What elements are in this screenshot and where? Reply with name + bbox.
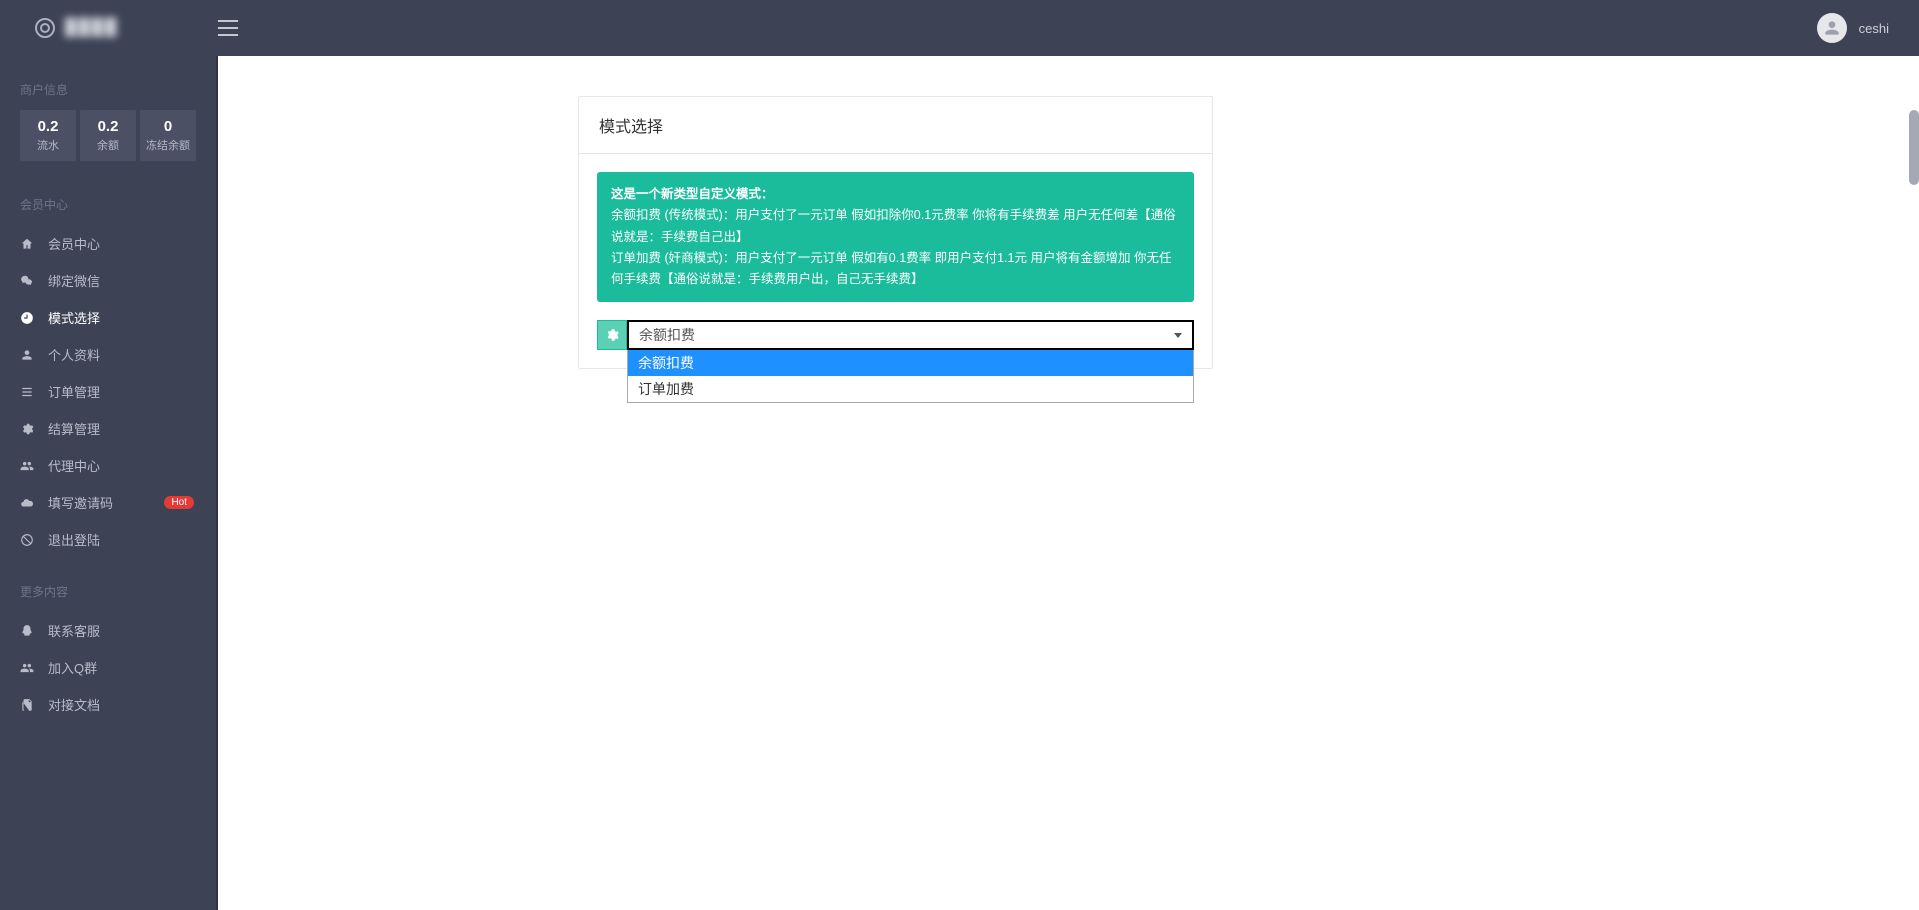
mode-option-order-add[interactable]: 订单加费	[628, 376, 1193, 402]
user-icon	[20, 348, 34, 362]
files-icon	[20, 698, 34, 712]
scrollbar-thumb[interactable]	[1909, 110, 1919, 185]
sidebar-item-group[interactable]: 代理中心	[0, 447, 216, 484]
sidebar-item-label: 个人资料	[48, 345, 100, 364]
sidebar-item-label: 会员中心	[48, 234, 100, 253]
sidebar-item-label: 模式选择	[48, 308, 100, 327]
home-icon	[20, 237, 34, 251]
group-icon	[20, 661, 34, 675]
mode-select-value: 余额扣费	[639, 325, 695, 345]
sidebar-item-label: 填写邀请码	[48, 493, 113, 512]
mode-option-balance-deduct[interactable]: 余额扣费	[628, 350, 1193, 376]
chevron-down-icon	[1174, 333, 1182, 338]
mode-select-panel: 模式选择 这是一个新类型自定义模式： 余额扣费 (传统模式)：用户支付了一元订单…	[578, 96, 1213, 369]
sidebar-item-cloud[interactable]: 填写邀请码 Hot	[0, 484, 216, 521]
sidebar-item-label: 联系客服	[48, 621, 100, 640]
header-user-area[interactable]: ceshi	[1817, 13, 1919, 43]
mode-select[interactable]: 余额扣费	[627, 320, 1194, 350]
sidebar-section-member: 会员中心	[0, 171, 216, 225]
list-icon	[20, 385, 34, 399]
target-icon	[35, 18, 55, 38]
cloud-icon	[20, 496, 34, 510]
wechat-icon	[20, 274, 34, 288]
sidebar: 商户信息 0.2 流水 0.2 余额 0 冻结余额 会员中心 会员中心绑定微信模…	[0, 56, 218, 910]
sidebar-item-home[interactable]: 会员中心	[0, 225, 216, 262]
menu-toggle-button[interactable]	[218, 20, 238, 36]
sidebar-item-label: 绑定微信	[48, 271, 100, 290]
sidebar-item-gears[interactable]: 结算管理	[0, 410, 216, 447]
sidebar-item-label: 退出登陆	[48, 530, 100, 549]
sidebar-item-group[interactable]: 加入Q群	[0, 649, 216, 686]
mode-dropdown: 余额扣费 订单加费	[627, 350, 1194, 403]
stat-flow[interactable]: 0.2 流水	[20, 110, 76, 161]
mode-select-wrap: 余额扣费 余额扣费 订单加费	[627, 320, 1194, 350]
stats-row: 0.2 流水 0.2 余额 0 冻结余额	[0, 110, 216, 171]
panel-title: 模式选择	[579, 97, 1212, 154]
qq-icon	[20, 624, 34, 638]
sidebar-item-clock[interactable]: 模式选择	[0, 299, 216, 336]
stat-balance[interactable]: 0.2 余额	[80, 110, 136, 161]
stat-frozen[interactable]: 0 冻结余额	[140, 110, 196, 161]
sidebar-item-list[interactable]: 订单管理	[0, 373, 216, 410]
panel-body: 这是一个新类型自定义模式： 余额扣费 (传统模式)：用户支付了一元订单 假如扣除…	[579, 154, 1212, 368]
ban-icon	[20, 533, 34, 547]
gears-icon	[20, 422, 34, 436]
sidebar-item-files[interactable]: 对接文档	[0, 686, 216, 723]
hot-badge: Hot	[164, 496, 194, 509]
info-alert: 这是一个新类型自定义模式： 余额扣费 (传统模式)：用户支付了一元订单 假如扣除…	[597, 172, 1194, 302]
username-label: ceshi	[1859, 21, 1889, 36]
sidebar-item-label: 对接文档	[48, 695, 100, 714]
person-icon	[1822, 18, 1842, 38]
sidebar-item-qq[interactable]: 联系客服	[0, 612, 216, 649]
sidebar-section-merchant: 商户信息	[0, 56, 216, 110]
sidebar-item-label: 结算管理	[48, 419, 100, 438]
brand-text: ████	[65, 19, 118, 37]
sidebar-item-label: 订单管理	[48, 382, 100, 401]
sidebar-item-wechat[interactable]: 绑定微信	[0, 262, 216, 299]
avatar	[1817, 13, 1847, 43]
mode-select-row: 余额扣费 余额扣费 订单加费	[597, 320, 1194, 350]
group-icon	[20, 459, 34, 473]
sidebar-section-more: 更多内容	[0, 558, 216, 612]
sidebar-item-ban[interactable]: 退出登陆	[0, 521, 216, 558]
brand-area: ████	[0, 0, 218, 56]
sidebar-item-label: 加入Q群	[48, 658, 97, 677]
main-content: 模式选择 这是一个新类型自定义模式： 余额扣费 (传统模式)：用户支付了一元订单…	[218, 56, 1919, 910]
clock-icon	[20, 311, 34, 325]
gear-icon	[597, 320, 627, 350]
sidebar-item-label: 代理中心	[48, 456, 100, 475]
top-header: ████ ceshi	[0, 0, 1919, 56]
sidebar-item-user[interactable]: 个人资料	[0, 336, 216, 373]
